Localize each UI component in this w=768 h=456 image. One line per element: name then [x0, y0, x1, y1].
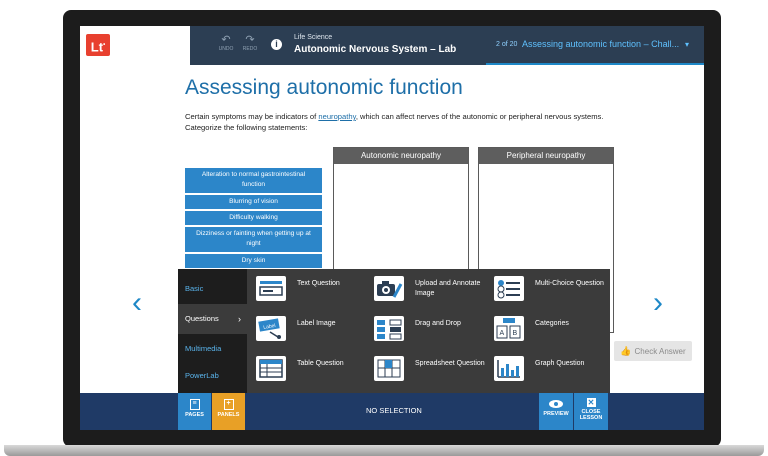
svg-text:Label: Label — [263, 323, 276, 331]
tool-label: Text Question — [297, 280, 340, 287]
tool-label: Upload and Annotate Image — [415, 280, 481, 297]
laptop-base — [4, 445, 764, 456]
pages-label: PAGES — [185, 412, 204, 418]
thumbs-up-icon: 👍 — [620, 346, 632, 356]
close-lesson-button[interactable]: ✕ CLOSE LESSON — [574, 393, 608, 430]
tool-label: Drag and Drop — [415, 320, 461, 327]
drag-drop-icon — [374, 316, 404, 341]
pages-icon: ≡ — [189, 399, 200, 410]
statement-card[interactable]: Dry skin — [185, 254, 322, 268]
lesson-label: LESSON — [579, 415, 603, 421]
check-answer-button[interactable]: 👍 Check Answer — [614, 341, 692, 361]
panel-tab-powerlab[interactable]: PowerLab — [178, 361, 247, 391]
logo-area: Lt• — [80, 26, 190, 65]
chevron-down-icon: ▾ — [685, 40, 690, 49]
course-title: Autonomic Nervous System – Lab — [294, 44, 457, 55]
course-kicker: Life Science — [294, 34, 333, 41]
tool-label: Graph Question — [535, 360, 585, 367]
panels-tab[interactable]: + PANELS — [212, 393, 245, 430]
panel-tab-multimedia[interactable]: Multimedia — [178, 334, 247, 364]
check-answer-label: Check Answer — [634, 347, 686, 356]
chevron-right-icon: › — [238, 314, 241, 324]
eye-icon — [549, 400, 563, 408]
redo-label: REDO — [242, 46, 258, 52]
top-bar: Lt• ↶ UNDO ↷ REDO i Life Science Autonom… — [80, 26, 704, 65]
panel-sidebar: Basic Questions › Multimedia PowerLab — [178, 269, 247, 393]
tool-label: Table Question — [297, 360, 344, 367]
bottom-toolbar: ≡ PAGES + PANELS NO SELECTION PREVIEW ✕ CLO… — [80, 393, 704, 430]
tool-label: Label Image — [297, 320, 336, 327]
tool-drag-and-drop[interactable]: Drag and Drop — [374, 313, 489, 349]
tool-label: Multi-Choice Question — [535, 280, 604, 287]
pages-tab[interactable]: ≡ PAGES — [178, 393, 211, 430]
tool-multi-choice-question[interactable]: Multi-Choice Question — [494, 273, 609, 309]
tool-upload-annotate-image[interactable]: Upload and Annotate Image — [374, 273, 489, 309]
previous-page-arrow-icon[interactable]: ‹ — [132, 288, 142, 318]
panel-tab-basic[interactable]: Basic — [178, 274, 247, 304]
redo-icon: ↷ — [245, 34, 255, 46]
panel-tab-label: Questions — [185, 314, 219, 323]
tool-text-question[interactable]: Text Question — [256, 273, 371, 309]
intro-text-start: Certain symptoms may be indicators of — [185, 112, 319, 121]
panels-icon: + — [223, 399, 234, 410]
page-count: 2 of 20 — [496, 41, 518, 48]
selection-status: NO SELECTION — [366, 406, 422, 415]
svg-text:B: B — [513, 330, 518, 337]
next-page-arrow-icon[interactable]: › — [653, 288, 663, 318]
undo-icon: ↶ — [221, 34, 231, 46]
tool-categories[interactable]: AB Categories — [494, 313, 609, 349]
svg-text:A: A — [500, 330, 505, 337]
page-title: Assessing autonomic function — [185, 76, 463, 99]
panels-label: PANELS — [217, 412, 240, 418]
tool-label-image[interactable]: Label Label Image — [256, 313, 371, 349]
tool-label: Categories — [535, 320, 569, 327]
neuropathy-link[interactable]: neuropathy — [318, 112, 355, 121]
instructions-text: Certain symptoms may be indicators of ne… — [185, 111, 625, 133]
preview-label: PREVIEW — [543, 411, 569, 417]
app-screen: Lt• ↶ UNDO ↷ REDO i Life Science Autonom… — [80, 26, 704, 430]
tool-spreadsheet-question[interactable]: Spreadsheet Question — [374, 353, 489, 389]
redo-button[interactable]: ↷ REDO — [240, 35, 260, 55]
statement-card[interactable]: Blurring of vision — [185, 195, 322, 209]
category-heading: Autonomic neuropathy — [334, 148, 468, 164]
info-icon[interactable]: i — [271, 39, 282, 50]
statement-card[interactable]: Dizziness or fainting when getting up at… — [185, 227, 322, 252]
preview-button[interactable]: PREVIEW — [539, 393, 573, 430]
panel-tab-questions[interactable]: Questions › — [178, 304, 247, 334]
tool-table-question[interactable]: Table Question — [256, 353, 371, 389]
graph-icon — [494, 356, 524, 381]
undo-label: UNDO — [218, 46, 234, 52]
logo-text: Lt — [90, 39, 104, 55]
camera-annotate-icon — [374, 276, 404, 301]
close-icon: ✕ — [586, 398, 596, 407]
widget-panel: Basic Questions › Multimedia PowerLab Tex… — [178, 269, 610, 393]
page-selector[interactable]: 2 of 20 Assessing autonomic function – C… — [486, 26, 704, 65]
statement-card[interactable]: Alteration to normal gastrointestinal fu… — [185, 168, 322, 193]
lt-logo[interactable]: Lt• — [86, 34, 110, 56]
categories-icon: AB — [494, 316, 524, 341]
statement-card[interactable]: Difficulty walking — [185, 211, 322, 225]
tool-graph-question[interactable]: Graph Question — [494, 353, 609, 389]
current-page-title: Assessing autonomic function – Chall... — [522, 39, 680, 49]
table-question-icon — [256, 356, 286, 381]
spreadsheet-icon — [374, 356, 404, 381]
label-image-icon: Label — [256, 316, 286, 341]
undo-button[interactable]: ↶ UNDO — [216, 35, 236, 55]
category-heading: Peripheral neuropathy — [479, 148, 613, 164]
multi-choice-icon — [494, 276, 524, 301]
tool-label: Spreadsheet Question — [415, 360, 485, 367]
text-question-icon — [256, 276, 286, 301]
